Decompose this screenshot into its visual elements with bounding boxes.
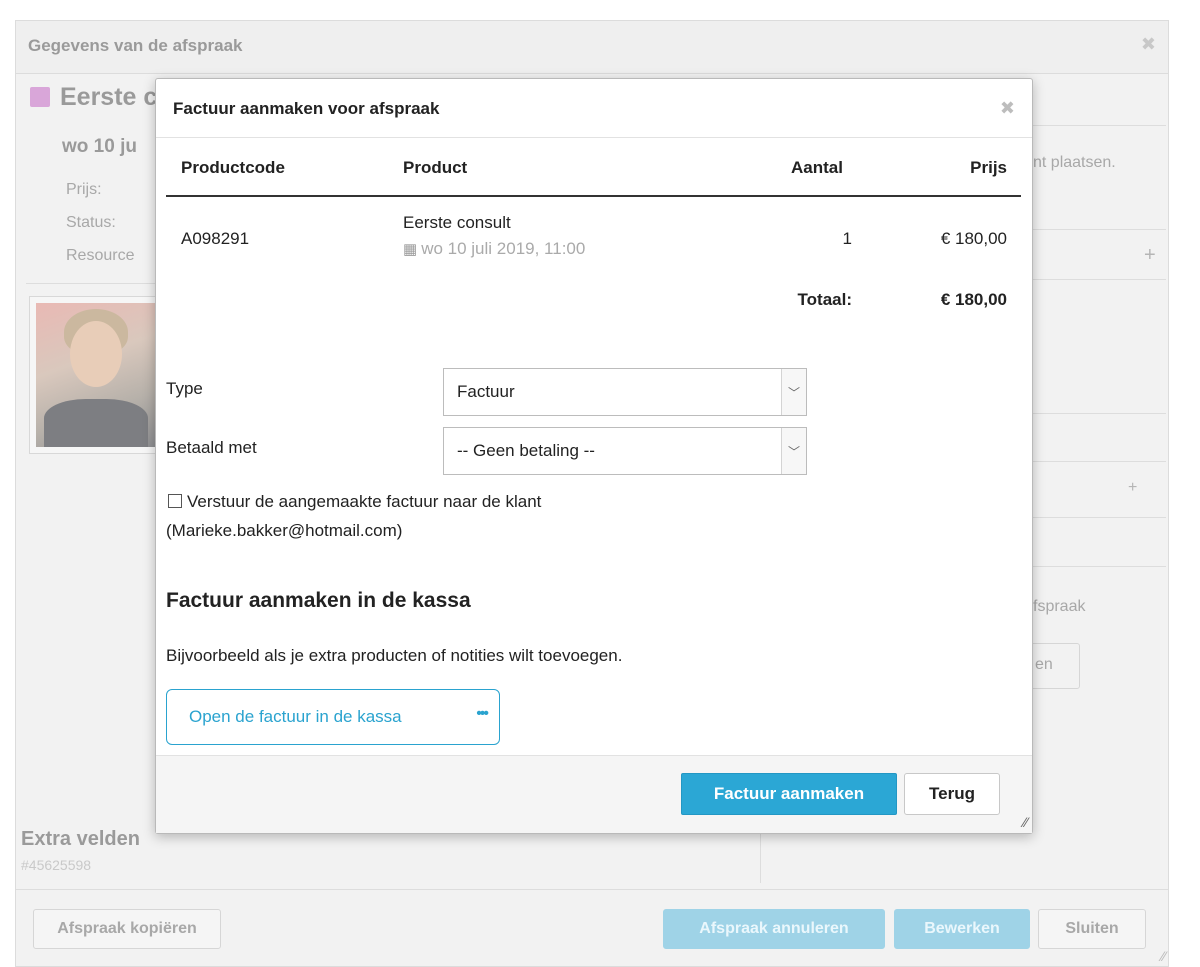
back-button[interactable]: Terug bbox=[904, 773, 1000, 815]
appointment-color-swatch bbox=[30, 87, 50, 107]
create-invoice-button[interactable]: Factuur aanmaken bbox=[681, 773, 897, 815]
divider bbox=[1031, 413, 1166, 414]
modal-header: Factuur aanmaken voor afspraak ✖ bbox=[156, 79, 1032, 138]
product-date-text: wo 10 juli 2019, 11:00 bbox=[421, 239, 586, 258]
client-photo bbox=[29, 296, 163, 454]
divider bbox=[1031, 517, 1166, 518]
client-photo-image bbox=[36, 303, 156, 447]
payment-method-value: -- Geen betaling -- bbox=[457, 441, 595, 460]
close-icon[interactable]: ✖ bbox=[1141, 34, 1156, 55]
edit-button[interactable]: Bewerken bbox=[894, 909, 1030, 949]
copy-appointment-button[interactable]: Afspraak kopiëren bbox=[33, 909, 221, 949]
product-name: Eerste consult bbox=[403, 213, 511, 232]
close-button[interactable]: Sluiten bbox=[1038, 909, 1146, 949]
total-label: Totaal: bbox=[797, 290, 852, 309]
column-header-quantity: Aantal bbox=[791, 158, 843, 177]
send-invoice-checkbox[interactable] bbox=[168, 494, 182, 508]
table-header-rule bbox=[166, 195, 1021, 197]
extra-fields-title: Extra velden bbox=[21, 828, 140, 850]
status-label: Status: bbox=[66, 214, 116, 231]
divider bbox=[26, 283, 166, 284]
type-label: Type bbox=[166, 379, 203, 398]
appointment-text: fspraak bbox=[1033, 598, 1086, 615]
divider bbox=[760, 833, 761, 883]
calendar-icon: ▦ bbox=[403, 241, 418, 258]
partial-button-label: en bbox=[1035, 656, 1053, 673]
divider bbox=[1031, 566, 1166, 567]
modal-title: Factuur aanmaken voor afspraak bbox=[173, 99, 440, 118]
divider bbox=[1031, 125, 1166, 126]
column-header-productcode: Productcode bbox=[181, 158, 285, 177]
client-email: (Marieke.bakker@hotmail.com) bbox=[166, 521, 403, 540]
footer-divider bbox=[16, 889, 1168, 890]
type-select-value: Factuur bbox=[457, 382, 515, 401]
cancel-appointment-button[interactable]: Afspraak annuleren bbox=[663, 909, 885, 949]
appointment-id: #45625598 bbox=[21, 857, 92, 873]
add-icon[interactable]: + bbox=[1144, 244, 1156, 267]
add-icon[interactable]: + bbox=[1128, 479, 1137, 497]
product-code: A098291 bbox=[181, 229, 250, 248]
note-placeholder-text: nt plaatsen. bbox=[1033, 154, 1116, 171]
photo-body bbox=[44, 399, 148, 447]
product-date: ▦ wo 10 juli 2019, 11:00 bbox=[403, 239, 585, 259]
divider bbox=[1031, 461, 1166, 462]
send-invoice-label: Verstuur de aangemaakte factuur naar de … bbox=[187, 492, 542, 511]
appointment-dialog-title: Gegevens van de afspraak bbox=[28, 36, 243, 55]
resize-grip-icon[interactable]: ⁄⁄ bbox=[1161, 948, 1166, 964]
create-invoice-modal: Factuur aanmaken voor afspraak ✖ Product… bbox=[155, 78, 1033, 834]
product-price: € 180,00 bbox=[940, 229, 1007, 248]
column-header-price: Prijs bbox=[970, 158, 1007, 177]
photo-face bbox=[70, 321, 122, 387]
payment-method-select[interactable]: -- Geen betaling -- ﹀ bbox=[443, 427, 807, 475]
divider bbox=[1031, 279, 1166, 280]
appointment-name: Eerste c bbox=[60, 83, 158, 111]
kassa-section-description: Bijvoorbeeld als je extra producten of n… bbox=[166, 646, 623, 665]
chevron-down-icon: ﹀ bbox=[781, 369, 806, 415]
type-select[interactable]: Factuur ﹀ bbox=[443, 368, 807, 416]
kassa-section-title: Factuur aanmaken in de kassa bbox=[166, 589, 471, 612]
appointment-date: wo 10 ju bbox=[62, 136, 137, 157]
more-dots-icon: ••• bbox=[476, 705, 489, 722]
close-icon[interactable]: ✖ bbox=[1000, 98, 1015, 119]
price-label: Prijs: bbox=[66, 181, 102, 198]
paid-with-label: Betaald met bbox=[166, 438, 257, 457]
open-in-kassa-label: Open de factuur in de kassa bbox=[189, 707, 402, 726]
product-quantity: 1 bbox=[842, 229, 852, 248]
resource-label: Resource bbox=[66, 247, 135, 264]
chevron-down-icon: ﹀ bbox=[781, 428, 806, 474]
column-header-product: Product bbox=[403, 158, 468, 177]
divider bbox=[1031, 229, 1166, 230]
partial-button[interactable]: en bbox=[1028, 643, 1080, 689]
appointment-dialog-header: Gegevens van de afspraak ✖ bbox=[16, 21, 1168, 74]
open-in-kassa-button[interactable]: Open de factuur in de kassa ••• bbox=[166, 689, 500, 745]
resize-grip-icon[interactable]: ⁄⁄ bbox=[1023, 814, 1028, 830]
modal-footer: Factuur aanmaken Terug ⁄⁄ bbox=[156, 755, 1032, 833]
total-value: € 180,00 bbox=[940, 290, 1007, 309]
